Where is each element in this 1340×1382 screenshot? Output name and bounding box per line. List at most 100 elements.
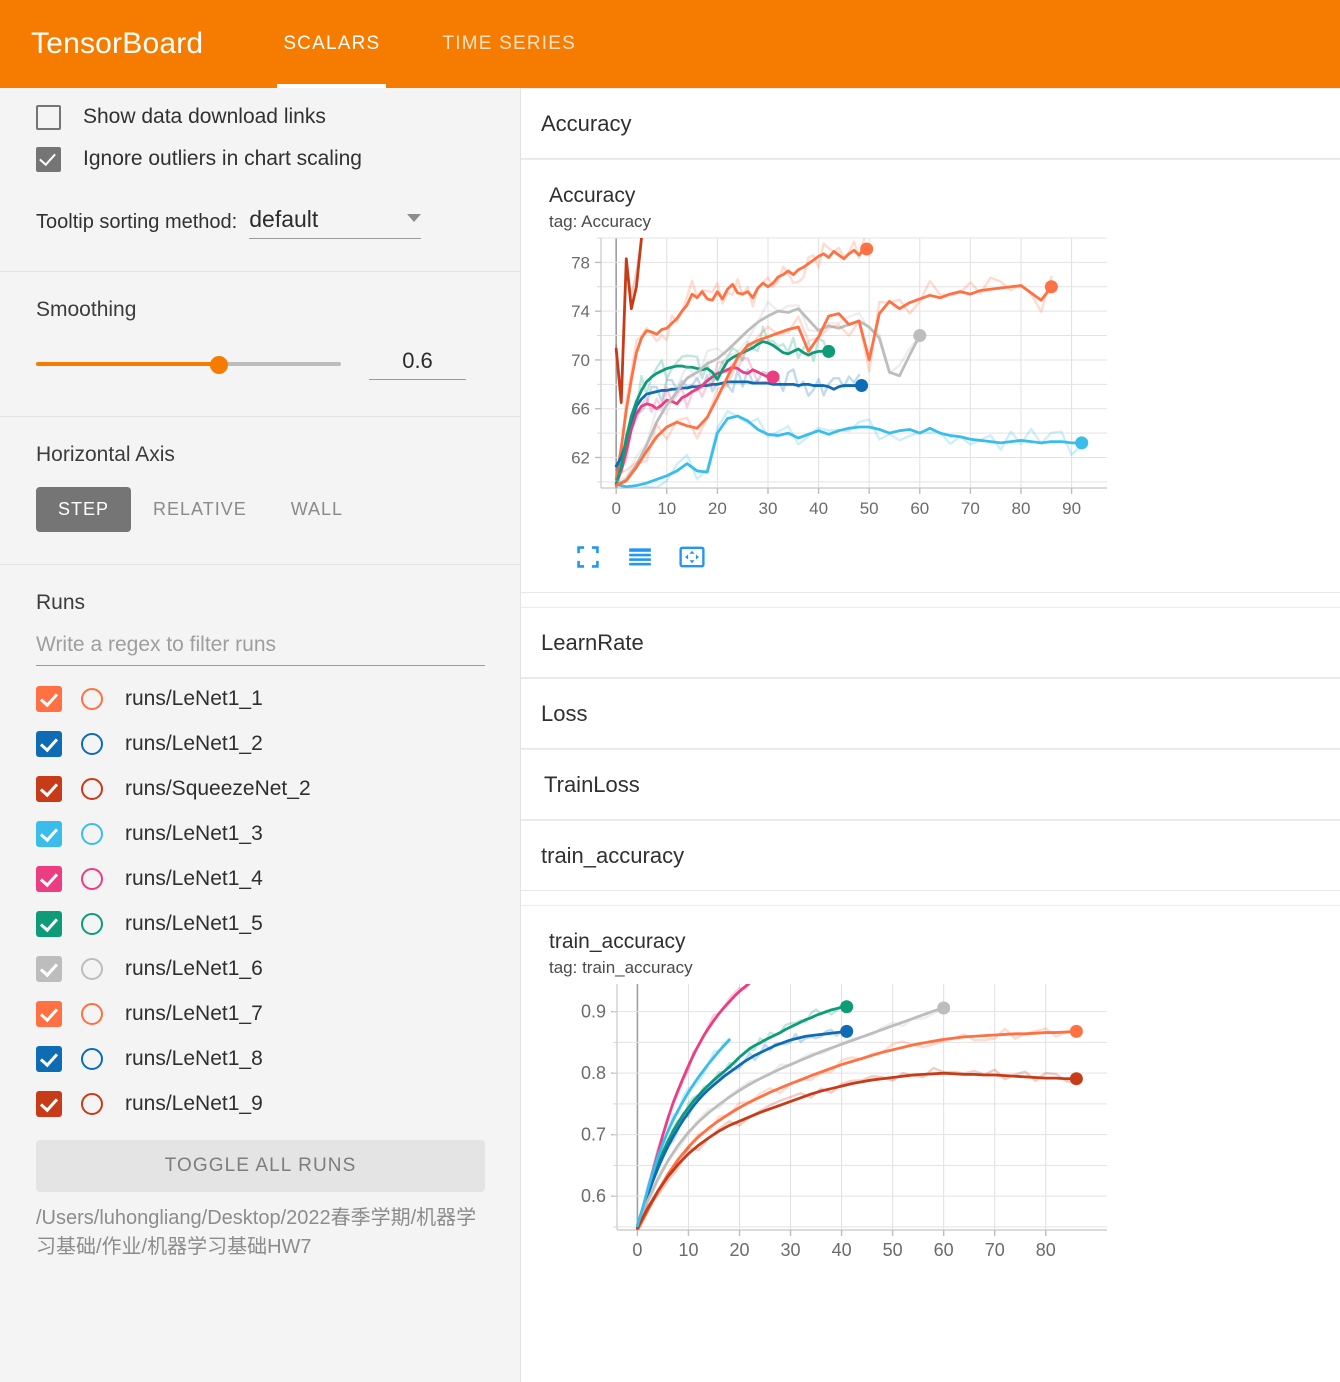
chevron-down-icon [407, 213, 422, 222]
svg-text:90: 90 [1062, 499, 1081, 518]
run-checkbox[interactable] [36, 775, 62, 802]
plot-train-accuracy[interactable]: 0.6 0.7 0.8 0.9 0 10 20 30 40 50 60 70 80 [521, 978, 1340, 1278]
run-row[interactable]: runs/LeNet1_4 [36, 856, 484, 901]
group-title-learnrate: LearnRate [541, 630, 644, 655]
group-header-trainloss[interactable]: TrainLoss [521, 749, 1340, 820]
run-row[interactable]: runs/LeNet1_1 [36, 676, 484, 721]
horizontal-axis-title: Horizontal Axis [36, 443, 175, 466]
svg-text:0.8: 0.8 [581, 1063, 606, 1083]
run-color-circle[interactable] [81, 1002, 103, 1025]
tab-time-series[interactable]: TIME SERIES [436, 0, 582, 88]
svg-text:0: 0 [611, 499, 620, 518]
plot-accuracy[interactable]: 62 66 70 74 78 0 10 20 30 40 50 60 70 80 90 [521, 232, 1340, 532]
run-checkbox[interactable] [36, 865, 62, 892]
run-checkbox[interactable] [36, 1000, 62, 1027]
tooltip-sorting-row: Tooltip sorting method: default [36, 206, 484, 239]
chart-tag-accuracy: tag: Accuracy [549, 212, 652, 231]
run-row[interactable]: runs/LeNet1_3 [36, 811, 484, 856]
toggle-all-runs-button[interactable]: TOGGLE ALL RUNS [36, 1140, 485, 1192]
svg-text:50: 50 [860, 499, 879, 518]
run-color-circle[interactable] [81, 912, 103, 935]
data-table-icon[interactable] [627, 544, 653, 570]
svg-text:66: 66 [571, 400, 590, 419]
group-header-train-accuracy[interactable]: train_accuracy [521, 820, 1340, 891]
run-color-circle[interactable] [81, 1092, 103, 1115]
svg-text:0.7: 0.7 [581, 1125, 606, 1145]
run-name-label: runs/LeNet1_4 [125, 866, 263, 890]
svg-text:40: 40 [832, 1240, 852, 1260]
group-title-trainloss: TrainLoss [544, 772, 640, 797]
run-checkbox[interactable] [36, 910, 62, 937]
run-row[interactable]: runs/LeNet1_7 [36, 991, 484, 1036]
group-title-train-accuracy: train_accuracy [541, 843, 685, 868]
run-checkbox[interactable] [36, 1045, 62, 1072]
svg-text:30: 30 [759, 499, 778, 518]
svg-text:70: 70 [961, 499, 980, 518]
run-checkbox[interactable] [36, 730, 62, 757]
run-row[interactable]: runs/LeNet1_2 [36, 721, 484, 766]
run-color-circle[interactable] [81, 822, 103, 845]
run-checkbox[interactable] [36, 820, 62, 847]
run-checkbox[interactable] [36, 1090, 62, 1117]
chart-title-accuracy: Accuracy [549, 184, 636, 207]
ignore-outliers-row[interactable]: Ignore outliers in chart scaling [36, 138, 484, 180]
runs-list: runs/LeNet1_1 runs/LeNet1_2 runs/SqueezeNe… [36, 676, 484, 1126]
axis-option-wall[interactable]: WALL [269, 487, 365, 532]
run-row[interactable]: runs/LeNet1_5 [36, 901, 484, 946]
run-row[interactable]: runs/LeNet1_8 [36, 1036, 484, 1081]
pan-zoom-icon[interactable] [679, 544, 705, 570]
run-checkbox[interactable] [36, 685, 62, 712]
group-header-accuracy[interactable]: Accuracy [521, 88, 1340, 159]
run-color-circle[interactable] [81, 777, 103, 800]
divider-2 [0, 416, 520, 417]
svg-text:0.6: 0.6 [581, 1186, 606, 1206]
smoothing-section: Smoothing 0.6 [0, 298, 520, 402]
ignore-outliers-checkbox[interactable] [36, 146, 61, 172]
smoothing-value-input[interactable]: 0.6 [369, 348, 466, 380]
run-color-circle[interactable] [81, 867, 103, 890]
group-title-accuracy: Accuracy [541, 111, 632, 136]
show-download-links-checkbox[interactable] [36, 104, 61, 130]
run-name-label: runs/LeNet1_3 [125, 821, 263, 845]
fullscreen-icon[interactable] [575, 544, 601, 570]
svg-text:60: 60 [910, 499, 929, 518]
run-checkbox[interactable] [36, 955, 62, 982]
svg-text:20: 20 [729, 1240, 749, 1260]
slider-thumb[interactable] [210, 356, 228, 374]
tab-scalars[interactable]: SCALARS [277, 0, 387, 88]
group-header-loss[interactable]: Loss [521, 678, 1340, 749]
chart-tag-train-accuracy: tag: train_accuracy [549, 958, 693, 977]
run-color-circle[interactable] [81, 732, 103, 755]
axis-option-relative[interactable]: RELATIVE [131, 487, 269, 532]
app-header: TensorBoard SCALARS TIME SERIES [0, 0, 1340, 88]
charts-panel: Accuracy Accuracy tag: Accuracy 62 66 70 74… [521, 88, 1340, 1382]
axis-option-step[interactable]: STEP [36, 487, 132, 532]
run-row[interactable]: runs/LeNet1_9 [36, 1081, 484, 1126]
chart-toolbar-accuracy [521, 532, 1340, 592]
run-name-label: runs/LeNet1_2 [125, 731, 263, 755]
runs-section: Runs Write a regex to filter runs runs/L… [0, 591, 520, 1262]
run-color-circle[interactable] [81, 687, 103, 710]
horizontal-axis-section: Horizontal Axis STEP RELATIVE WALL [0, 443, 520, 550]
svg-text:0.9: 0.9 [581, 1002, 606, 1022]
svg-text:62: 62 [571, 449, 590, 468]
divider-1 [0, 271, 520, 272]
show-download-links-label: Show data download links [83, 105, 326, 128]
chart-card-accuracy: Accuracy tag: Accuracy 62 66 70 74 78 0 10 20 30… [521, 159, 1340, 593]
svg-text:74: 74 [571, 302, 590, 321]
show-download-links-row[interactable]: Show data download links [36, 96, 484, 138]
run-row[interactable]: runs/SqueezeNet_2 [36, 766, 484, 811]
smoothing-slider[interactable] [36, 354, 341, 374]
tooltip-sorting-select[interactable]: default [249, 206, 422, 239]
run-color-circle[interactable] [81, 1047, 103, 1070]
group-header-learnrate[interactable]: LearnRate [521, 607, 1340, 678]
runs-filter-input[interactable]: Write a regex to filter runs [36, 633, 485, 666]
smoothing-title: Smoothing [36, 298, 137, 321]
settings-sidebar: Show data download links Ignore outliers… [0, 88, 521, 1382]
run-color-circle[interactable] [81, 957, 103, 980]
run-name-label: runs/LeNet1_5 [125, 911, 263, 935]
group-title-loss: Loss [541, 701, 588, 726]
run-row[interactable]: runs/LeNet1_6 [36, 946, 484, 991]
display-options: Show data download links Ignore outliers… [0, 96, 520, 257]
runs-title: Runs [36, 591, 86, 614]
